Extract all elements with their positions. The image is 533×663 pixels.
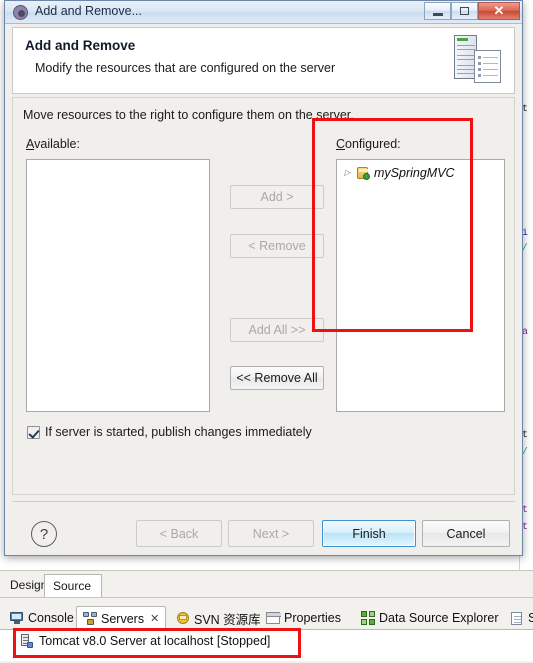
next-button[interactable]: Next >: [228, 520, 314, 547]
cancel-button[interactable]: Cancel: [422, 520, 510, 547]
tomcat-server-icon: [20, 634, 33, 648]
code-fragment: t: [522, 430, 529, 441]
available-list[interactable]: [26, 159, 210, 412]
add-all-button[interactable]: Add All >>: [230, 318, 324, 342]
console-icon: [10, 612, 24, 624]
close-button[interactable]: ✕: [478, 2, 520, 20]
screen-root: t i / a t / t t Design Source Console Se…: [0, 0, 533, 663]
restore-icon: [460, 7, 469, 15]
tab-svn-label: SVN 资源库: [194, 612, 261, 627]
list-item-label: mySpringMVC: [374, 166, 455, 180]
banner-title: Add and Remove: [25, 38, 136, 53]
configured-label: Configured:: [336, 137, 401, 151]
code-fragment: /: [522, 243, 529, 254]
tab-snippets[interactable]: Sn: [505, 606, 533, 630]
instruction-text: Move resources to the right to configure…: [23, 108, 354, 122]
tab-properties-label: Properties: [284, 611, 341, 625]
tab-servers[interactable]: Servers ✕: [76, 606, 167, 630]
dialog-header-banner: Add and Remove Modify the resources that…: [12, 27, 515, 94]
minimize-icon: [432, 12, 443, 16]
window-controls: ✕: [424, 2, 520, 20]
tab-properties[interactable]: Properties: [260, 606, 347, 630]
dialog-title: Add and Remove...: [35, 4, 143, 18]
view-tabs: Console Servers ✕ SVN 资源库 Properties Dat…: [0, 606, 533, 630]
tab-svn-repository[interactable]: SVN 资源库: [170, 606, 267, 630]
dialog-titlebar[interactable]: Add and Remove... ✕: [5, 1, 522, 24]
checkbox-icon[interactable]: [27, 425, 40, 439]
back-button[interactable]: < Back: [136, 520, 222, 547]
project-module-icon: [356, 166, 370, 180]
snippets-icon: [511, 611, 524, 625]
data-source-explorer-icon: [361, 611, 375, 625]
code-fragment: /: [522, 447, 529, 458]
help-button[interactable]: ?: [31, 521, 57, 547]
remove-all-button[interactable]: << Remove All: [230, 366, 324, 390]
tab-snippets-label: Sn: [528, 611, 533, 625]
dialog-body: Move resources to the right to configure…: [12, 97, 515, 495]
tab-console-label: Console: [28, 611, 74, 625]
list-item[interactable]: ▷ mySpringMVC: [343, 166, 455, 180]
server-row-label: Tomcat v8.0 Server at localhost [Stopped…: [39, 634, 271, 648]
svn-repository-icon: [176, 611, 190, 625]
server-and-document-icon: [450, 33, 506, 89]
banner-subtitle: Modify the resources that are configured…: [35, 61, 336, 75]
servers-icon: [83, 612, 97, 625]
code-fragment: a: [522, 327, 529, 338]
tab-data-source-explorer[interactable]: Data Source Explorer: [355, 606, 505, 630]
publish-immediately-checkbox-row[interactable]: If server is started, publish changes im…: [27, 425, 312, 439]
configured-list[interactable]: ▷ mySpringMVC: [336, 159, 505, 412]
chevron-right-icon[interactable]: ▷: [343, 169, 352, 177]
code-fragment: i: [522, 228, 529, 239]
tabstrip-filler: [92, 574, 102, 597]
close-icon[interactable]: ✕: [150, 612, 159, 625]
tab-console[interactable]: Console: [4, 606, 80, 630]
minimize-button[interactable]: [424, 2, 451, 20]
bottom-view-stack: Console Servers ✕ SVN 资源库 Properties Dat…: [0, 597, 533, 663]
footer-divider: [12, 501, 515, 502]
tab-dse-label: Data Source Explorer: [379, 611, 499, 625]
code-fragment: t: [522, 505, 529, 516]
code-fragment: t: [522, 522, 529, 533]
server-row[interactable]: Tomcat v8.0 Server at localhost [Stopped…: [20, 634, 270, 648]
servers-view-content[interactable]: Tomcat v8.0 Server at localhost [Stopped…: [0, 630, 533, 661]
available-label: Available:: [26, 137, 80, 151]
properties-icon: [266, 612, 281, 624]
remove-button[interactable]: < Remove: [230, 234, 324, 258]
design-source-tabstrip: Design Source: [0, 570, 533, 597]
code-fragment: t: [522, 104, 529, 115]
publish-immediately-label: If server is started, publish changes im…: [45, 425, 312, 439]
add-and-remove-dialog: Add and Remove... ✕ Add and Remove Modif…: [4, 0, 523, 556]
settings-gear-icon: [13, 5, 28, 20]
add-button[interactable]: Add >: [230, 185, 324, 209]
tab-servers-label: Servers: [101, 611, 145, 626]
finish-button[interactable]: Finish: [322, 520, 416, 547]
restore-button[interactable]: [451, 2, 478, 20]
